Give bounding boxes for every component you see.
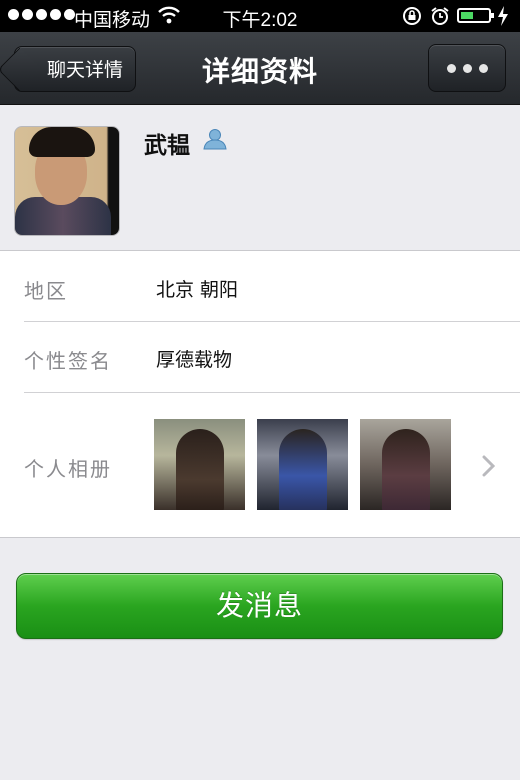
divider [24, 321, 520, 322]
more-options-button[interactable] [428, 44, 506, 92]
alarm-icon [431, 7, 449, 25]
album-photo[interactable] [154, 419, 245, 510]
divider [24, 392, 520, 393]
album-label: 个人相册 [24, 457, 112, 481]
avatar[interactable] [14, 126, 120, 236]
album-thumbnails[interactable] [154, 419, 451, 510]
album-photo[interactable] [360, 419, 451, 510]
profile-header: 武韫 [0, 104, 520, 250]
navigation-bar: 聊天详情 详细资料 [0, 32, 520, 105]
signature-value: 厚德载物 [156, 349, 233, 371]
profile-info-list: 地区 北京 朝阳 个性签名 厚德载物 个人相册 [0, 250, 520, 538]
region-value: 北京 朝阳 [156, 279, 239, 301]
region-label: 地区 [24, 279, 68, 303]
ellipsis-icon [446, 63, 456, 73]
battery-icon [457, 8, 494, 23]
album-photo[interactable] [257, 419, 348, 510]
signature-label: 个性签名 [24, 349, 112, 373]
profile-name: 武韫 [144, 133, 190, 159]
rotation-lock-icon [403, 7, 421, 25]
status-bar: 中国移动 下午2:02 [0, 0, 520, 32]
send-message-button[interactable]: 发消息 [16, 573, 503, 639]
chevron-right-icon[interactable] [482, 455, 496, 477]
charging-icon [498, 6, 508, 26]
person-icon [203, 129, 227, 150]
